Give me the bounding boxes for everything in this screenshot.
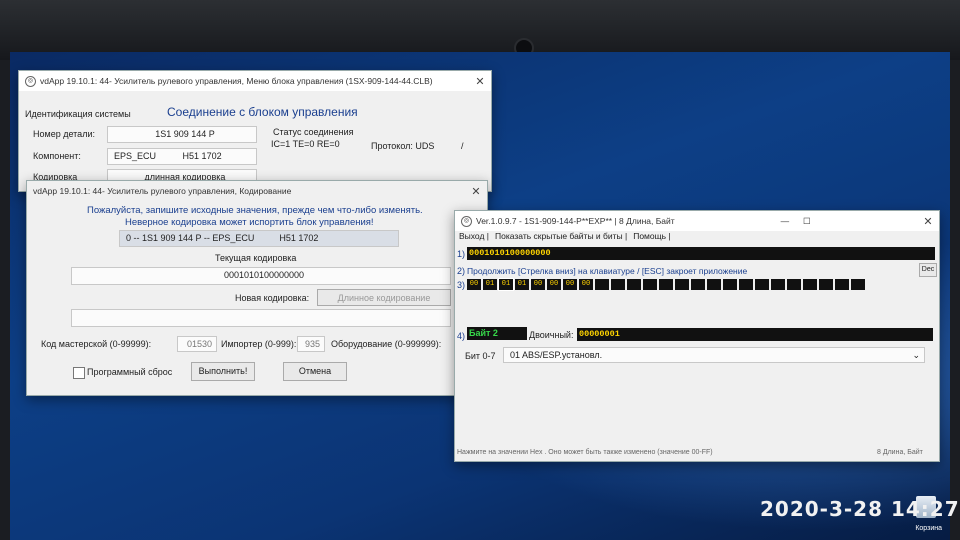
part-number-field: 1S1 909 144 P <box>107 126 257 143</box>
new-coding-label: Новая кодировка: <box>235 293 310 303</box>
hidden-byte-cell[interactable] <box>723 279 737 290</box>
byte-cell[interactable]: 00 <box>563 279 577 290</box>
hidden-byte-cell[interactable] <box>739 279 753 290</box>
component-label: Компонент: <box>33 151 81 161</box>
close-icon[interactable]: ✕ <box>469 75 491 88</box>
hidden-byte-cell[interactable] <box>659 279 673 290</box>
equipment-label: Оборудование (0-999999): <box>331 339 442 349</box>
execute-button[interactable]: Выполнить! <box>191 362 255 381</box>
hidden-byte-cell[interactable] <box>595 279 609 290</box>
binary-label: Двоичный: <box>529 330 574 340</box>
hidden-byte-cell[interactable] <box>835 279 849 290</box>
title-bar: ◎ Ver.1.0.9.7 - 1S1-909-144-P**EXP** | 8… <box>455 211 939 231</box>
window-title: vdApp 19.10.1: 44- Усилитель рулевого уп… <box>40 76 433 86</box>
byte-cell[interactable]: 00 <box>467 279 481 290</box>
component-version: H51 1702 <box>182 151 222 161</box>
hidden-byte-cell[interactable] <box>851 279 865 290</box>
dec-button[interactable]: Dec <box>919 263 937 277</box>
component-name: EPS_ECU <box>114 151 157 161</box>
window-title: Ver.1.0.9.7 - 1S1-909-144-P**EXP** | 8 Д… <box>476 216 675 226</box>
workshop-code-label: Код мастерской (0-99999): <box>41 339 152 349</box>
hidden-byte-cell[interactable] <box>643 279 657 290</box>
photo-timestamp: 2020-3-28 14:27 <box>760 497 960 521</box>
title-bar: ◎ vdApp 19.10.1: 44- Усилитель рулевого … <box>19 71 491 91</box>
status-value: IC=1 TE=0 RE=0 <box>271 139 340 149</box>
bit-select-value: 01 ABS/ESP.установл. <box>510 350 603 360</box>
byte-cell[interactable]: 00 <box>531 279 545 290</box>
app-icon: ◎ <box>461 215 472 227</box>
hidden-byte-cell[interactable] <box>771 279 785 290</box>
menu-help[interactable]: Помощь | <box>633 231 670 241</box>
long-coding-button[interactable]: Длинное кодирование <box>317 289 451 306</box>
close-icon[interactable]: ✕ <box>465 185 487 198</box>
hidden-byte-cell[interactable] <box>691 279 705 290</box>
control-unit-menu-window: ◎ vdApp 19.10.1: 44- Усилитель рулевого … <box>18 70 492 192</box>
chevron-down-icon[interactable]: ⌄ <box>912 348 920 362</box>
workshop-code-input[interactable]: 01530 <box>177 336 217 352</box>
hidden-byte-cell[interactable] <box>707 279 721 290</box>
byte-row: 00 01 01 01 00 00 00 00 <box>467 278 937 291</box>
new-coding-input[interactable] <box>71 309 451 327</box>
importer-input[interactable]: 935 <box>297 336 325 352</box>
byte-cell[interactable]: 00 <box>547 279 561 290</box>
status-length: 8 Длина, Байт <box>877 449 923 456</box>
warning-line-1: Пожалуйста, запишите исходные значения, … <box>87 205 423 216</box>
hidden-byte-cell[interactable] <box>755 279 769 290</box>
protocol-label: Протокол: UDS <box>371 141 435 151</box>
close-icon[interactable]: ✕ <box>917 215 939 228</box>
hidden-byte-cell[interactable] <box>819 279 833 290</box>
ecu-summary-field: 0 -- 1S1 909 144 P -- EPS_ECU H51 1702 <box>119 230 399 247</box>
bit-label: Бит 0-7 <box>465 351 496 361</box>
warning-line-2: Неверное кодировка может испортить блок … <box>125 217 374 228</box>
program-reset-label: Программный сброс <box>87 367 173 377</box>
byte-cell[interactable]: 00 <box>579 279 593 290</box>
bit-select[interactable]: 01 ABS/ESP.установл. ⌄ <box>503 347 925 363</box>
window-title: vdApp 19.10.1: 44- Усилитель рулевого уп… <box>33 186 292 196</box>
status-label: Статус соединения <box>273 127 354 137</box>
maximize-icon[interactable]: ☐ <box>796 216 818 227</box>
byte-label: Байт 2 <box>467 327 527 340</box>
app-icon: ◎ <box>25 75 36 87</box>
instruction-text: Продолжить [Стрелка вниз] на клавиатуре … <box>467 266 748 276</box>
coding-window: vdApp 19.10.1: 44- Усилитель рулевого уп… <box>26 180 488 396</box>
cancel-button[interactable]: Отмена <box>283 362 347 381</box>
byte-cell-selected[interactable]: 01 <box>498 278 514 291</box>
laptop-bezel <box>0 0 960 60</box>
hidden-byte-cell[interactable] <box>803 279 817 290</box>
coding-hex-display: 0001010100000000 <box>467 247 935 260</box>
minimize-icon[interactable]: — <box>774 216 796 226</box>
recycle-bin-label[interactable]: Корзина <box>915 525 942 532</box>
title-bar: vdApp 19.10.1: 44- Усилитель рулевого уп… <box>27 181 487 201</box>
status-hint: Нажмите на значении Hex . Оно может быть… <box>457 449 713 456</box>
row-4-number: 4) <box>457 331 466 341</box>
current-coding-label: Текущая кодировка <box>215 253 297 263</box>
connection-heading: Соединение с блоком управления <box>167 105 358 119</box>
byte-cell[interactable]: 01 <box>483 279 497 290</box>
row-3-number: 3) <box>457 280 466 290</box>
system-id-label: Идентификация системы <box>25 109 131 119</box>
importer-label: Импортер (0-999): <box>221 339 297 349</box>
menu-show-hidden[interactable]: Показать скрытые байты и биты | <box>495 231 627 241</box>
menu-bar: Выход | Показать скрытые байты и биты | … <box>459 231 671 241</box>
desktop: ◎ vdApp 19.10.1: 44- Усилитель рулевого … <box>10 52 950 540</box>
hidden-byte-cell[interactable] <box>675 279 689 290</box>
program-reset-checkbox[interactable] <box>73 367 85 379</box>
byte-cell[interactable]: 01 <box>515 279 529 290</box>
byte-editor-window: ◎ Ver.1.0.9.7 - 1S1-909-144-P**EXP** | 8… <box>454 210 940 462</box>
component-field: EPS_ECU H51 1702 <box>107 148 257 165</box>
current-coding-field: 0001010100000000 <box>71 267 451 285</box>
row-2-number: 2) <box>457 266 466 276</box>
hidden-byte-cell[interactable] <box>787 279 801 290</box>
binary-value-display: 00000001 <box>577 328 933 341</box>
menu-exit[interactable]: Выход | <box>459 231 489 241</box>
row-1-number: 1) <box>457 249 466 259</box>
protocol-extra: / <box>461 141 464 151</box>
hidden-byte-cell[interactable] <box>611 279 625 290</box>
part-number-label: Номер детали: <box>33 129 95 139</box>
hidden-byte-cell[interactable] <box>627 279 641 290</box>
